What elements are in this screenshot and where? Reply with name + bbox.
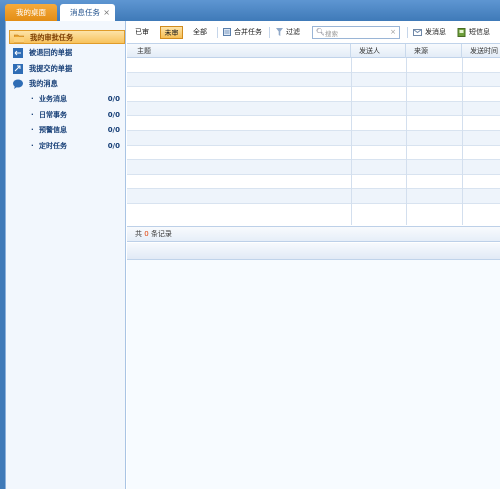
sidebar-item-submitted-docs[interactable]: 我提交的单据 [9, 62, 125, 76]
submit-doc-icon [13, 64, 23, 74]
tab-message-tasks-label: 消息任务 [70, 8, 100, 17]
unapproved-filter-label: 未审 [164, 29, 179, 37]
column-header-send-time[interactable]: 发送时间 [462, 44, 500, 59]
envelope-icon [413, 29, 422, 36]
table-row[interactable] [127, 131, 500, 146]
record-count-suffix: 条记录 [150, 230, 172, 238]
sidebar-item-label: 我提交的单据 [29, 64, 73, 73]
table-row[interactable] [127, 145, 500, 161]
column-divider [406, 58, 407, 225]
toolbar-divider [269, 27, 270, 38]
grid-header: 主题 发送人 来源 发送时间 [127, 43, 500, 59]
sidebar-item-my-messages[interactable]: 我的消息 [9, 77, 125, 91]
bullet-icon: · [31, 126, 34, 134]
table-row[interactable] [127, 174, 500, 190]
table-row[interactable] [127, 189, 500, 204]
detail-panel-header [127, 243, 500, 260]
toolbar-divider [217, 27, 218, 38]
sidebar-item-label: 我的消息 [29, 79, 58, 88]
sidebar-item-label: 我的审批任务 [30, 33, 74, 42]
bullet-icon: · [31, 142, 34, 150]
table-row[interactable] [127, 58, 500, 73]
sidebar-item-count: 0/0 [107, 142, 120, 150]
sidebar: 我的审批任务 被退回的单据 我提交的单据 我的消息 · 业务消息 0/0 · 日… [6, 21, 126, 489]
approved-filter-button[interactable]: 已审 [131, 26, 153, 39]
sms-label: 短信息 [469, 28, 490, 36]
column-header-label: 发送时间 [470, 47, 498, 55]
chat-bubble-icon [13, 79, 23, 89]
folder-icon [14, 34, 24, 43]
record-count-bar: 共 0 条记录 [127, 226, 500, 242]
main-panel: 已审 未审 全部 合并任务 过滤 🔍︎ 搜索 × 发消息 短信息 主题 发送人 … [127, 21, 500, 489]
column-header-source[interactable]: 来源 [406, 44, 462, 59]
toolbar: 已审 未审 全部 合并任务 过滤 🔍︎ 搜索 × 发消息 短信息 [127, 26, 500, 42]
clear-search-icon[interactable]: × [390, 28, 396, 36]
tab-my-desktop[interactable]: 我的桌面 [5, 4, 57, 21]
sidebar-item-business-messages[interactable]: · 业务消息 0/0 [31, 92, 123, 106]
top-tab-bar: 我的桌面 消息任务 × [0, 0, 500, 21]
column-divider [351, 58, 352, 225]
tab-my-desktop-label: 我的桌面 [16, 8, 46, 17]
bullet-icon: · [31, 111, 34, 119]
sidebar-item-label: 预警信息 [39, 126, 67, 134]
sidebar-item-count: 0/0 [107, 111, 120, 119]
merge-icon [223, 28, 231, 36]
send-message-button[interactable]: 发消息 [413, 26, 451, 39]
all-filter-label: 全部 [193, 28, 207, 36]
table-row[interactable] [127, 116, 500, 131]
funnel-icon [276, 28, 283, 36]
filter-label: 过滤 [286, 28, 300, 36]
send-message-label: 发消息 [425, 28, 446, 36]
column-header-sender[interactable]: 发送人 [351, 44, 406, 59]
column-header-subject[interactable]: 主题 [127, 44, 351, 59]
column-divider [462, 58, 463, 225]
search-icon: 🔍︎ [316, 28, 325, 36]
all-filter-button[interactable]: 全部 [189, 26, 211, 39]
return-doc-icon [13, 48, 23, 58]
filter-button[interactable]: 过滤 [276, 26, 304, 39]
sidebar-item-warnings[interactable]: · 预警信息 0/0 [31, 123, 123, 137]
record-count: 0 [144, 230, 149, 238]
content-frame: 我的审批任务 被退回的单据 我提交的单据 我的消息 · 业务消息 0/0 · 日… [5, 21, 500, 489]
search-input[interactable]: 🔍︎ 搜索 × [312, 26, 400, 39]
sidebar-item-scheduled-tasks[interactable]: · 定时任务 0/0 [31, 139, 123, 153]
column-header-label: 来源 [414, 47, 428, 55]
merge-tasks-button[interactable]: 合并任务 [223, 26, 265, 39]
record-count-prefix: 共 [135, 230, 142, 238]
merge-tasks-label: 合并任务 [234, 28, 262, 36]
search-placeholder: 搜索 [325, 30, 338, 38]
column-header-label: 主题 [137, 47, 151, 55]
sidebar-item-label: 日常事务 [39, 111, 67, 119]
toolbar-divider [407, 27, 408, 38]
sidebar-item-daily-affairs[interactable]: · 日常事务 0/0 [31, 108, 123, 122]
table-row[interactable] [127, 87, 500, 102]
sidebar-item-label: 定时任务 [39, 142, 67, 150]
close-tab-icon[interactable]: × [103, 4, 110, 21]
tab-message-tasks[interactable]: 消息任务 × [60, 4, 115, 21]
sidebar-item-my-approval-tasks[interactable]: 我的审批任务 [9, 30, 125, 44]
approved-filter-label: 已审 [135, 28, 149, 36]
table-row[interactable] [127, 101, 500, 117]
sidebar-item-count: 0/0 [107, 126, 120, 134]
sms-icon [457, 28, 466, 37]
table-row[interactable] [127, 72, 500, 88]
sidebar-item-count: 0/0 [107, 95, 120, 103]
sms-button[interactable]: 短信息 [457, 26, 497, 39]
sidebar-item-returned-docs[interactable]: 被退回的单据 [9, 46, 125, 60]
column-header-label: 发送人 [359, 47, 380, 55]
sidebar-item-label: 被退回的单据 [29, 48, 73, 57]
bullet-icon: · [31, 95, 34, 103]
unapproved-filter-button[interactable]: 未审 [160, 26, 183, 39]
table-row[interactable] [127, 160, 500, 175]
sidebar-item-label: 业务消息 [39, 95, 67, 103]
detail-panel [127, 260, 500, 489]
